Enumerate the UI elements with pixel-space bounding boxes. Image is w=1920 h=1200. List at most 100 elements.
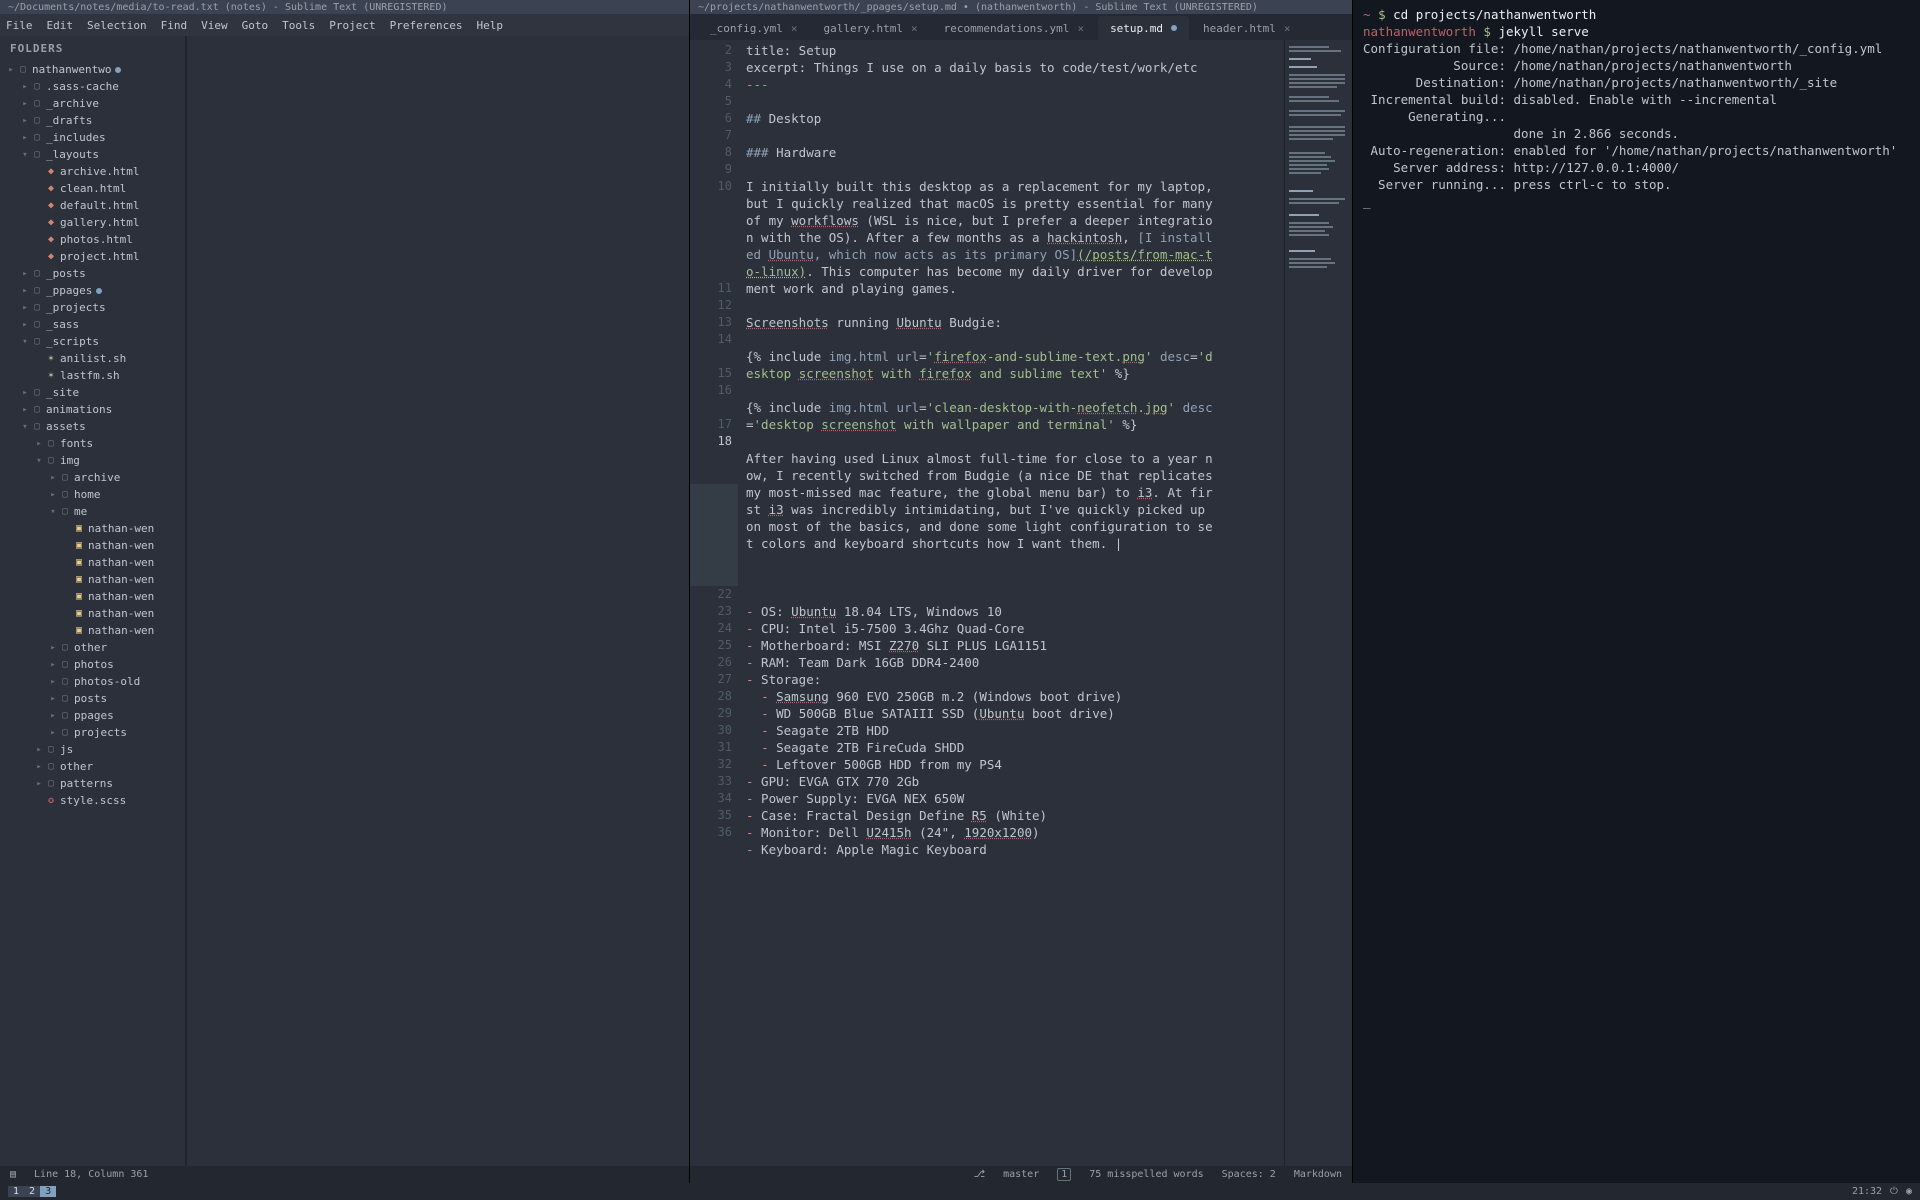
terminal-output: Configuration file: /home/nathan/project…: [1363, 40, 1910, 57]
tree-folder[interactable]: ▸▢archive: [0, 469, 185, 486]
status-spaces[interactable]: Spaces: 2: [1222, 1169, 1276, 1180]
tree-file[interactable]: ◆archive.html: [0, 163, 185, 180]
tree-file[interactable]: ✶anilist.sh: [0, 350, 185, 367]
minimap[interactable]: [1284, 40, 1352, 1166]
tree-folder[interactable]: ▸▢_posts: [0, 265, 185, 282]
tree-file[interactable]: ▣nathan-wen: [0, 588, 185, 605]
workspace-2[interactable]: 2: [24, 1186, 40, 1197]
tree-folder[interactable]: ▸▢projects: [0, 724, 185, 741]
status-icon: ▤: [10, 1169, 16, 1180]
terminal-output: Server address: http://127.0.0.1:4000/: [1363, 159, 1910, 176]
tab-recommendations-yml[interactable]: recommendations.yml×: [932, 16, 1096, 40]
terminal-prompt: nathanwentworth $ jekyll serve: [1363, 23, 1910, 40]
tree-folder[interactable]: ▸▢animations: [0, 401, 185, 418]
tree-folder[interactable]: ▾▢img: [0, 452, 185, 469]
tree-file[interactable]: ◆gallery.html: [0, 214, 185, 231]
menu-tools[interactable]: Tools: [282, 19, 315, 32]
code-editor[interactable]: 2345678910111213141516171819202122232425…: [690, 40, 1352, 1166]
close-icon[interactable]: ×: [1284, 22, 1291, 35]
terminal-output: Auto-regeneration: enabled for '/home/na…: [1363, 142, 1910, 159]
terminal-output: Generating...: [1363, 108, 1910, 125]
menu-goto[interactable]: Goto: [242, 19, 269, 32]
menubar[interactable]: File Edit Selection Find View Goto Tools Projec…: [0, 14, 689, 36]
tree-file[interactable]: ✶lastfm.sh: [0, 367, 185, 384]
terminal-output: Source: /home/nathan/projects/nathanwent…: [1363, 57, 1910, 74]
status-misspelled: 75 misspelled words: [1089, 1169, 1203, 1180]
tree-folder[interactable]: ▾▢me: [0, 503, 185, 520]
tree-folder[interactable]: ▸▢_ppages: [0, 282, 185, 299]
tree-folder[interactable]: ▸▢.sass-cache: [0, 78, 185, 95]
status-syntax[interactable]: Markdown: [1294, 1169, 1342, 1180]
tree-folder[interactable]: ▸▢fonts: [0, 435, 185, 452]
code-area[interactable]: title: Setupexcerpt: Things I use on a d…: [746, 40, 1284, 1166]
tree-folder[interactable]: ▸▢_drafts: [0, 112, 185, 129]
terminal-output: Destination: /home/nathan/projects/natha…: [1363, 74, 1910, 91]
menu-find[interactable]: Find: [161, 19, 188, 32]
tree-file[interactable]: ◆photos.html: [0, 231, 185, 248]
status-bar-left: ▤ Line 18, Column 361: [0, 1166, 689, 1183]
tree-folder[interactable]: ▸▢patterns: [0, 775, 185, 792]
menu-view[interactable]: View: [201, 19, 228, 32]
tree-folder[interactable]: ▸▢ppages: [0, 707, 185, 724]
git-branch-icon: ⎇: [974, 1169, 986, 1180]
menu-selection[interactable]: Selection: [87, 19, 147, 32]
sublime-window-left: ~/Documents/notes/media/to-read.txt (not…: [0, 0, 690, 1183]
workspace-3[interactable]: 3: [40, 1186, 56, 1197]
tree-file[interactable]: ▣nathan-wen: [0, 571, 185, 588]
tree-folder[interactable]: ▾▢_scripts: [0, 333, 185, 350]
tree-folder[interactable]: ▸▢_projects: [0, 299, 185, 316]
menu-edit[interactable]: Edit: [47, 19, 74, 32]
tree-file[interactable]: ◆clean.html: [0, 180, 185, 197]
menu-preferences[interactable]: Preferences: [390, 19, 463, 32]
tree-folder[interactable]: ▸▢_archive: [0, 95, 185, 112]
tree-folder[interactable]: ▸▢other: [0, 758, 185, 775]
git-badge: 1: [1057, 1168, 1071, 1181]
tab-gallery-html[interactable]: gallery.html×: [811, 16, 929, 40]
tree-folder[interactable]: ▸▢photos: [0, 656, 185, 673]
terminal-output: Server running... press ctrl-c to stop.: [1363, 176, 1910, 193]
menu-project[interactable]: Project: [329, 19, 375, 32]
git-branch: master: [1003, 1169, 1039, 1180]
tree-file[interactable]: ▣nathan-wen: [0, 622, 185, 639]
tree-file[interactable]: ▣nathan-wen: [0, 554, 185, 571]
menu-file[interactable]: File: [6, 19, 33, 32]
tree-folder[interactable]: ▸▢home: [0, 486, 185, 503]
tab-_config-yml[interactable]: _config.yml×: [698, 16, 809, 40]
window-title-left: ~/Documents/notes/media/to-read.txt (not…: [0, 0, 689, 14]
menu-help[interactable]: Help: [476, 19, 503, 32]
terminal-output: Incremental build: disabled. Enable with…: [1363, 91, 1910, 108]
line-gutter: 2345678910111213141516171819202122232425…: [690, 40, 746, 1166]
terminal-prompt: ~ $ cd projects/nathanwentworth: [1363, 6, 1910, 23]
tree-file[interactable]: ◆project.html: [0, 248, 185, 265]
tray-icon-discord[interactable]: ◉: [1906, 1186, 1912, 1197]
tree-file[interactable]: ▣nathan-wen: [0, 537, 185, 554]
tab-header-html[interactable]: header.html×: [1191, 16, 1302, 40]
terminal-output: _: [1363, 193, 1910, 210]
tree-folder[interactable]: ▾▢assets: [0, 418, 185, 435]
tree-file[interactable]: ✪style.scss: [0, 792, 185, 809]
tree-folder[interactable]: ▸▢_sass: [0, 316, 185, 333]
folder-sidebar[interactable]: FOLDERS ▸▢nathanwentwo▸▢.sass-cache▸▢_ar…: [0, 36, 186, 1166]
close-icon[interactable]: ×: [1077, 22, 1084, 35]
tree-file[interactable]: ◆default.html: [0, 197, 185, 214]
workspace-1[interactable]: 1: [8, 1186, 24, 1197]
tree-folder[interactable]: ▸▢_site: [0, 384, 185, 401]
clock: 21:32: [1852, 1186, 1882, 1197]
tree-folder[interactable]: ▸▢posts: [0, 690, 185, 707]
tab-bar[interactable]: _config.yml×gallery.html×recommendations…: [690, 14, 1352, 40]
i3-bar[interactable]: 123 21:32 ⏻ ◉: [0, 1183, 1920, 1200]
tree-folder[interactable]: ▸▢photos-old: [0, 673, 185, 690]
terminal-output: done in 2.866 seconds.: [1363, 125, 1910, 142]
tree-folder[interactable]: ▸▢_includes: [0, 129, 185, 146]
close-icon[interactable]: ×: [791, 22, 798, 35]
tree-folder[interactable]: ▾▢_layouts: [0, 146, 185, 163]
close-icon[interactable]: ×: [911, 22, 918, 35]
tree-file[interactable]: ▣nathan-wen: [0, 520, 185, 537]
tree-folder[interactable]: ▸▢other: [0, 639, 185, 656]
tree-file[interactable]: ▣nathan-wen: [0, 605, 185, 622]
terminal[interactable]: ~ $ cd projects/nathanwentworthnathanwen…: [1353, 0, 1920, 1183]
tab-setup-md[interactable]: setup.md: [1098, 16, 1189, 40]
tree-folder[interactable]: ▸▢js: [0, 741, 185, 758]
tray-icon[interactable]: ⏻: [1890, 1186, 1898, 1197]
tree-folder[interactable]: ▸▢nathanwentwo: [0, 61, 185, 78]
